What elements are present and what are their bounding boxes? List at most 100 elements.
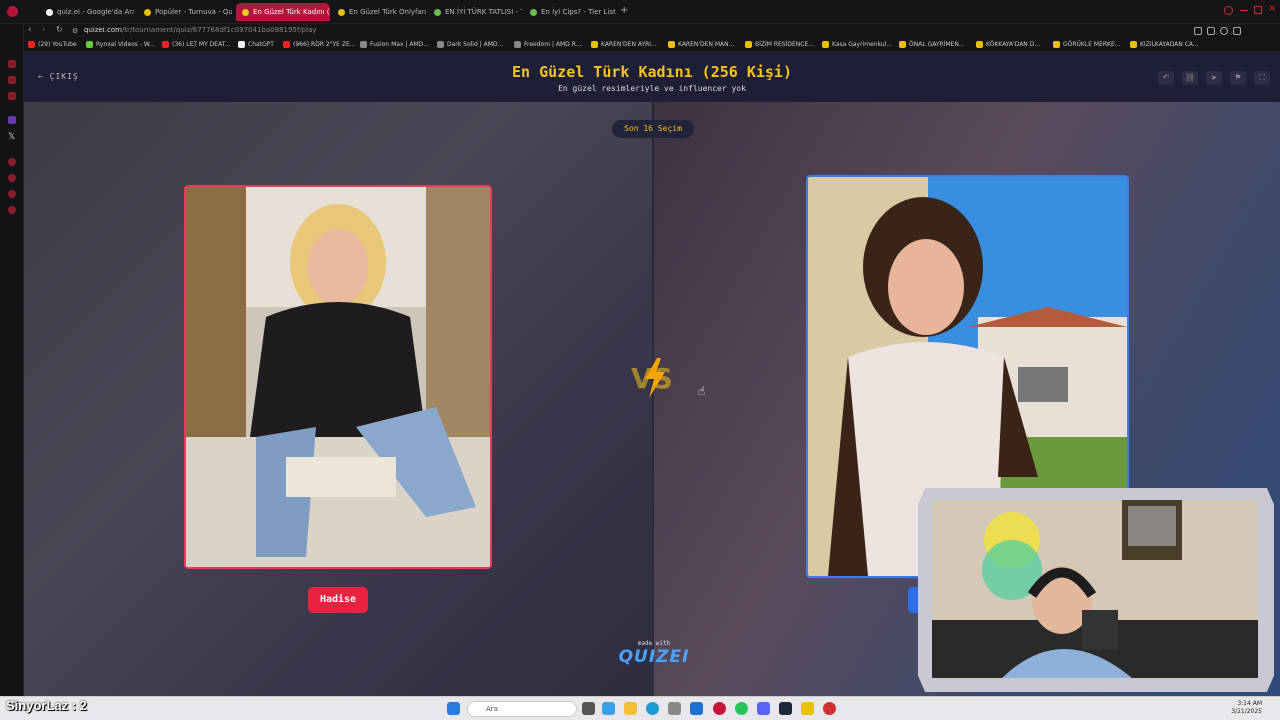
clock-date: 3/21/2025 bbox=[1231, 708, 1262, 715]
tab-populer[interactable]: Popüler - Turnuva - Quizei bbox=[138, 3, 232, 21]
round-badge: Son 16 Seçim bbox=[612, 120, 694, 138]
quiz-header: ← ÇIKIŞ En Güzel Türk Kadını (256 Kişi) … bbox=[24, 52, 1280, 102]
fullscreen-icon[interactable]: ⛶ bbox=[1254, 71, 1270, 85]
search-placeholder: Ara bbox=[486, 705, 498, 713]
bookmark-item[interactable]: KAREN'DEN AYRI... bbox=[591, 41, 657, 48]
bookmark-item[interactable]: GÖRÜKLE MERKE... bbox=[1053, 41, 1121, 48]
bookmark-item[interactable]: KAREN'DEN MAN... bbox=[668, 41, 734, 48]
new-tab-button[interactable]: + bbox=[620, 5, 628, 16]
site-info-icon[interactable]: ⚙ bbox=[72, 27, 78, 35]
steam-icon[interactable] bbox=[779, 702, 792, 715]
browser-menu-icon[interactable] bbox=[7, 6, 18, 17]
flag-icon[interactable]: ⚑ bbox=[1230, 71, 1246, 85]
back-icon[interactable]: ‹ bbox=[28, 25, 32, 35]
widgets-icon[interactable] bbox=[602, 702, 615, 715]
mail-icon[interactable] bbox=[690, 702, 703, 715]
taskbar-search[interactable]: Ara bbox=[467, 701, 577, 717]
edge-icon[interactable] bbox=[646, 702, 659, 715]
link-icon[interactable]: ⛓ bbox=[1182, 71, 1198, 85]
store-icon[interactable] bbox=[668, 702, 681, 715]
sidebar-icon-4[interactable] bbox=[8, 158, 16, 166]
bookmark-label: (36) LET MY DEAT... bbox=[172, 41, 231, 48]
extensions-icon[interactable] bbox=[1194, 27, 1254, 36]
start-icon[interactable] bbox=[447, 702, 460, 715]
url-path: /tr/tournament/quiz/677768df1c097041ba08… bbox=[121, 26, 317, 34]
forward-icon[interactable]: › bbox=[42, 25, 46, 35]
browser-sidebar: 𝕏 bbox=[0, 24, 24, 696]
left-contestant-card[interactable] bbox=[184, 185, 492, 569]
left-contestant-name-button[interactable]: Hadise bbox=[308, 587, 368, 613]
tab-tatli-tier[interactable]: EN İYİ TÜRK TATLISI - Tie bbox=[428, 3, 522, 21]
tab-current-quiz[interactable]: En Güzel Türk Kadını (25( bbox=[236, 3, 330, 21]
bookmark-label: (966) RDR 2"YE ZE... bbox=[293, 41, 356, 48]
bookmark-label: Dark Solid | AMD... bbox=[447, 41, 504, 48]
app-icon[interactable] bbox=[801, 702, 814, 715]
webcam-feed bbox=[932, 500, 1258, 678]
system-clock[interactable]: 3:14 AM 3/21/2025 bbox=[1231, 700, 1262, 716]
tab-cips-tier[interactable]: En İyi Cips? - Tier List | Ki bbox=[524, 3, 618, 21]
bookmark-item[interactable]: BİZİM RESİDENCE... bbox=[745, 41, 814, 48]
sidebar-icon-5[interactable] bbox=[8, 174, 16, 182]
quizei-icon bbox=[338, 8, 345, 16]
share-icon[interactable]: ➤ bbox=[1206, 71, 1222, 85]
close-window-button[interactable]: × bbox=[1268, 3, 1276, 14]
bookmark-item[interactable]: (966) RDR 2"YE ZE... bbox=[283, 41, 355, 48]
url-domain: quizei.com bbox=[84, 26, 122, 34]
bookmarks-bar: (29) YouTube Rynxal Videos - W... (36) L… bbox=[24, 40, 1280, 52]
mouse-cursor-icon: ☝ bbox=[698, 384, 706, 398]
bookmark-item[interactable]: ChatGPT bbox=[238, 41, 274, 48]
quizei-icon bbox=[144, 8, 151, 16]
x-icon[interactable]: 𝕏 bbox=[8, 132, 15, 142]
bookmark-item[interactable]: Kasa Gayrimenkul... bbox=[822, 41, 892, 48]
sidebar-icon-3[interactable] bbox=[8, 92, 16, 100]
bookmark-item[interactable]: Freedom | AMD R... bbox=[514, 41, 581, 48]
undo-icon[interactable]: ↶ bbox=[1158, 71, 1174, 85]
task-view-icon[interactable] bbox=[582, 702, 595, 715]
whatsapp-icon[interactable] bbox=[735, 702, 748, 715]
bookmark-label: ChatGPT bbox=[248, 41, 274, 48]
bookmark-label: KAREN'DEN MAN... bbox=[678, 41, 735, 48]
tab-label: En Güzel Türk Onlyfansc bbox=[349, 8, 426, 16]
bookmark-label: KAREN'DEN AYRI... bbox=[601, 41, 657, 48]
tab-label: EN İYİ TÜRK TATLISI - Tie bbox=[445, 8, 522, 16]
bookmark-label: GÖRÜKLE MERKE... bbox=[1063, 41, 1121, 48]
bookmark-item[interactable]: (36) LET MY DEAT... bbox=[162, 41, 230, 48]
made-with-quizei[interactable]: made with QUIZEI bbox=[604, 640, 704, 667]
bookmark-item[interactable]: KIZILKAYADAN CA... bbox=[1130, 41, 1199, 48]
sidebar-icon-1[interactable] bbox=[8, 60, 16, 68]
streamer-webcam-image bbox=[932, 500, 1258, 678]
bookmark-item[interactable]: KÖKKAYA'DAN D... bbox=[976, 41, 1040, 48]
address-bar: ‹ › ↻ ⚙ quizei.com/tr/tournament/quiz/67… bbox=[24, 24, 1280, 40]
sidebar-icon-6[interactable] bbox=[8, 190, 16, 198]
sidebar-icon-2[interactable] bbox=[8, 76, 16, 84]
tierlist-icon bbox=[530, 8, 537, 16]
tab-label: En İyi Cips? - Tier List | Ki bbox=[541, 8, 618, 16]
bookmark-label: BİZİM RESİDENCE... bbox=[755, 41, 814, 48]
url-field[interactable]: quizei.com/tr/tournament/quiz/677768df1c… bbox=[84, 26, 317, 34]
bookmark-label: ÖNAL GAYRİMEN... bbox=[909, 41, 965, 48]
tab-google-search[interactable]: quiz.ei - Google'da Ara bbox=[40, 3, 134, 21]
bookmark-item[interactable]: Rynxal Videos - W... bbox=[86, 41, 155, 48]
bookmark-label: Kasa Gayrimenkul... bbox=[832, 41, 893, 48]
quiz-subtitle: En güzel resimleriyle ve influencer yok bbox=[558, 84, 746, 93]
twitch-icon[interactable] bbox=[8, 116, 16, 124]
file-explorer-icon[interactable] bbox=[624, 702, 637, 715]
bookmark-item[interactable]: Dark Solid | AMD... bbox=[437, 41, 503, 48]
discord-icon[interactable] bbox=[757, 702, 770, 715]
bookmark-item[interactable]: Fusion Max | AMD... bbox=[360, 41, 429, 48]
bookmark-label: KIZILKAYADAN CA... bbox=[1140, 41, 1199, 48]
clock-time: 3:14 AM bbox=[1237, 700, 1262, 707]
tab-onlyfans-quiz[interactable]: En Güzel Türk Onlyfansc bbox=[332, 3, 426, 21]
bookmark-label: Freedom | AMD R... bbox=[524, 41, 582, 48]
reload-icon[interactable]: ↻ bbox=[56, 25, 63, 34]
quizei-logo: QUIZEI bbox=[618, 647, 690, 667]
app-icon-2[interactable] bbox=[823, 702, 836, 715]
sidebar-icon-7[interactable] bbox=[8, 206, 16, 214]
opera-gx-icon[interactable] bbox=[713, 702, 726, 715]
minimize-button[interactable] bbox=[1240, 10, 1248, 11]
bookmark-label: Fusion Max | AMD... bbox=[370, 41, 429, 48]
search-tabs-icon[interactable] bbox=[1224, 6, 1233, 15]
bookmark-item[interactable]: ÖNAL GAYRİMEN... bbox=[899, 41, 965, 48]
maximize-button[interactable] bbox=[1254, 6, 1262, 14]
bookmark-item[interactable]: (29) YouTube bbox=[28, 41, 77, 48]
